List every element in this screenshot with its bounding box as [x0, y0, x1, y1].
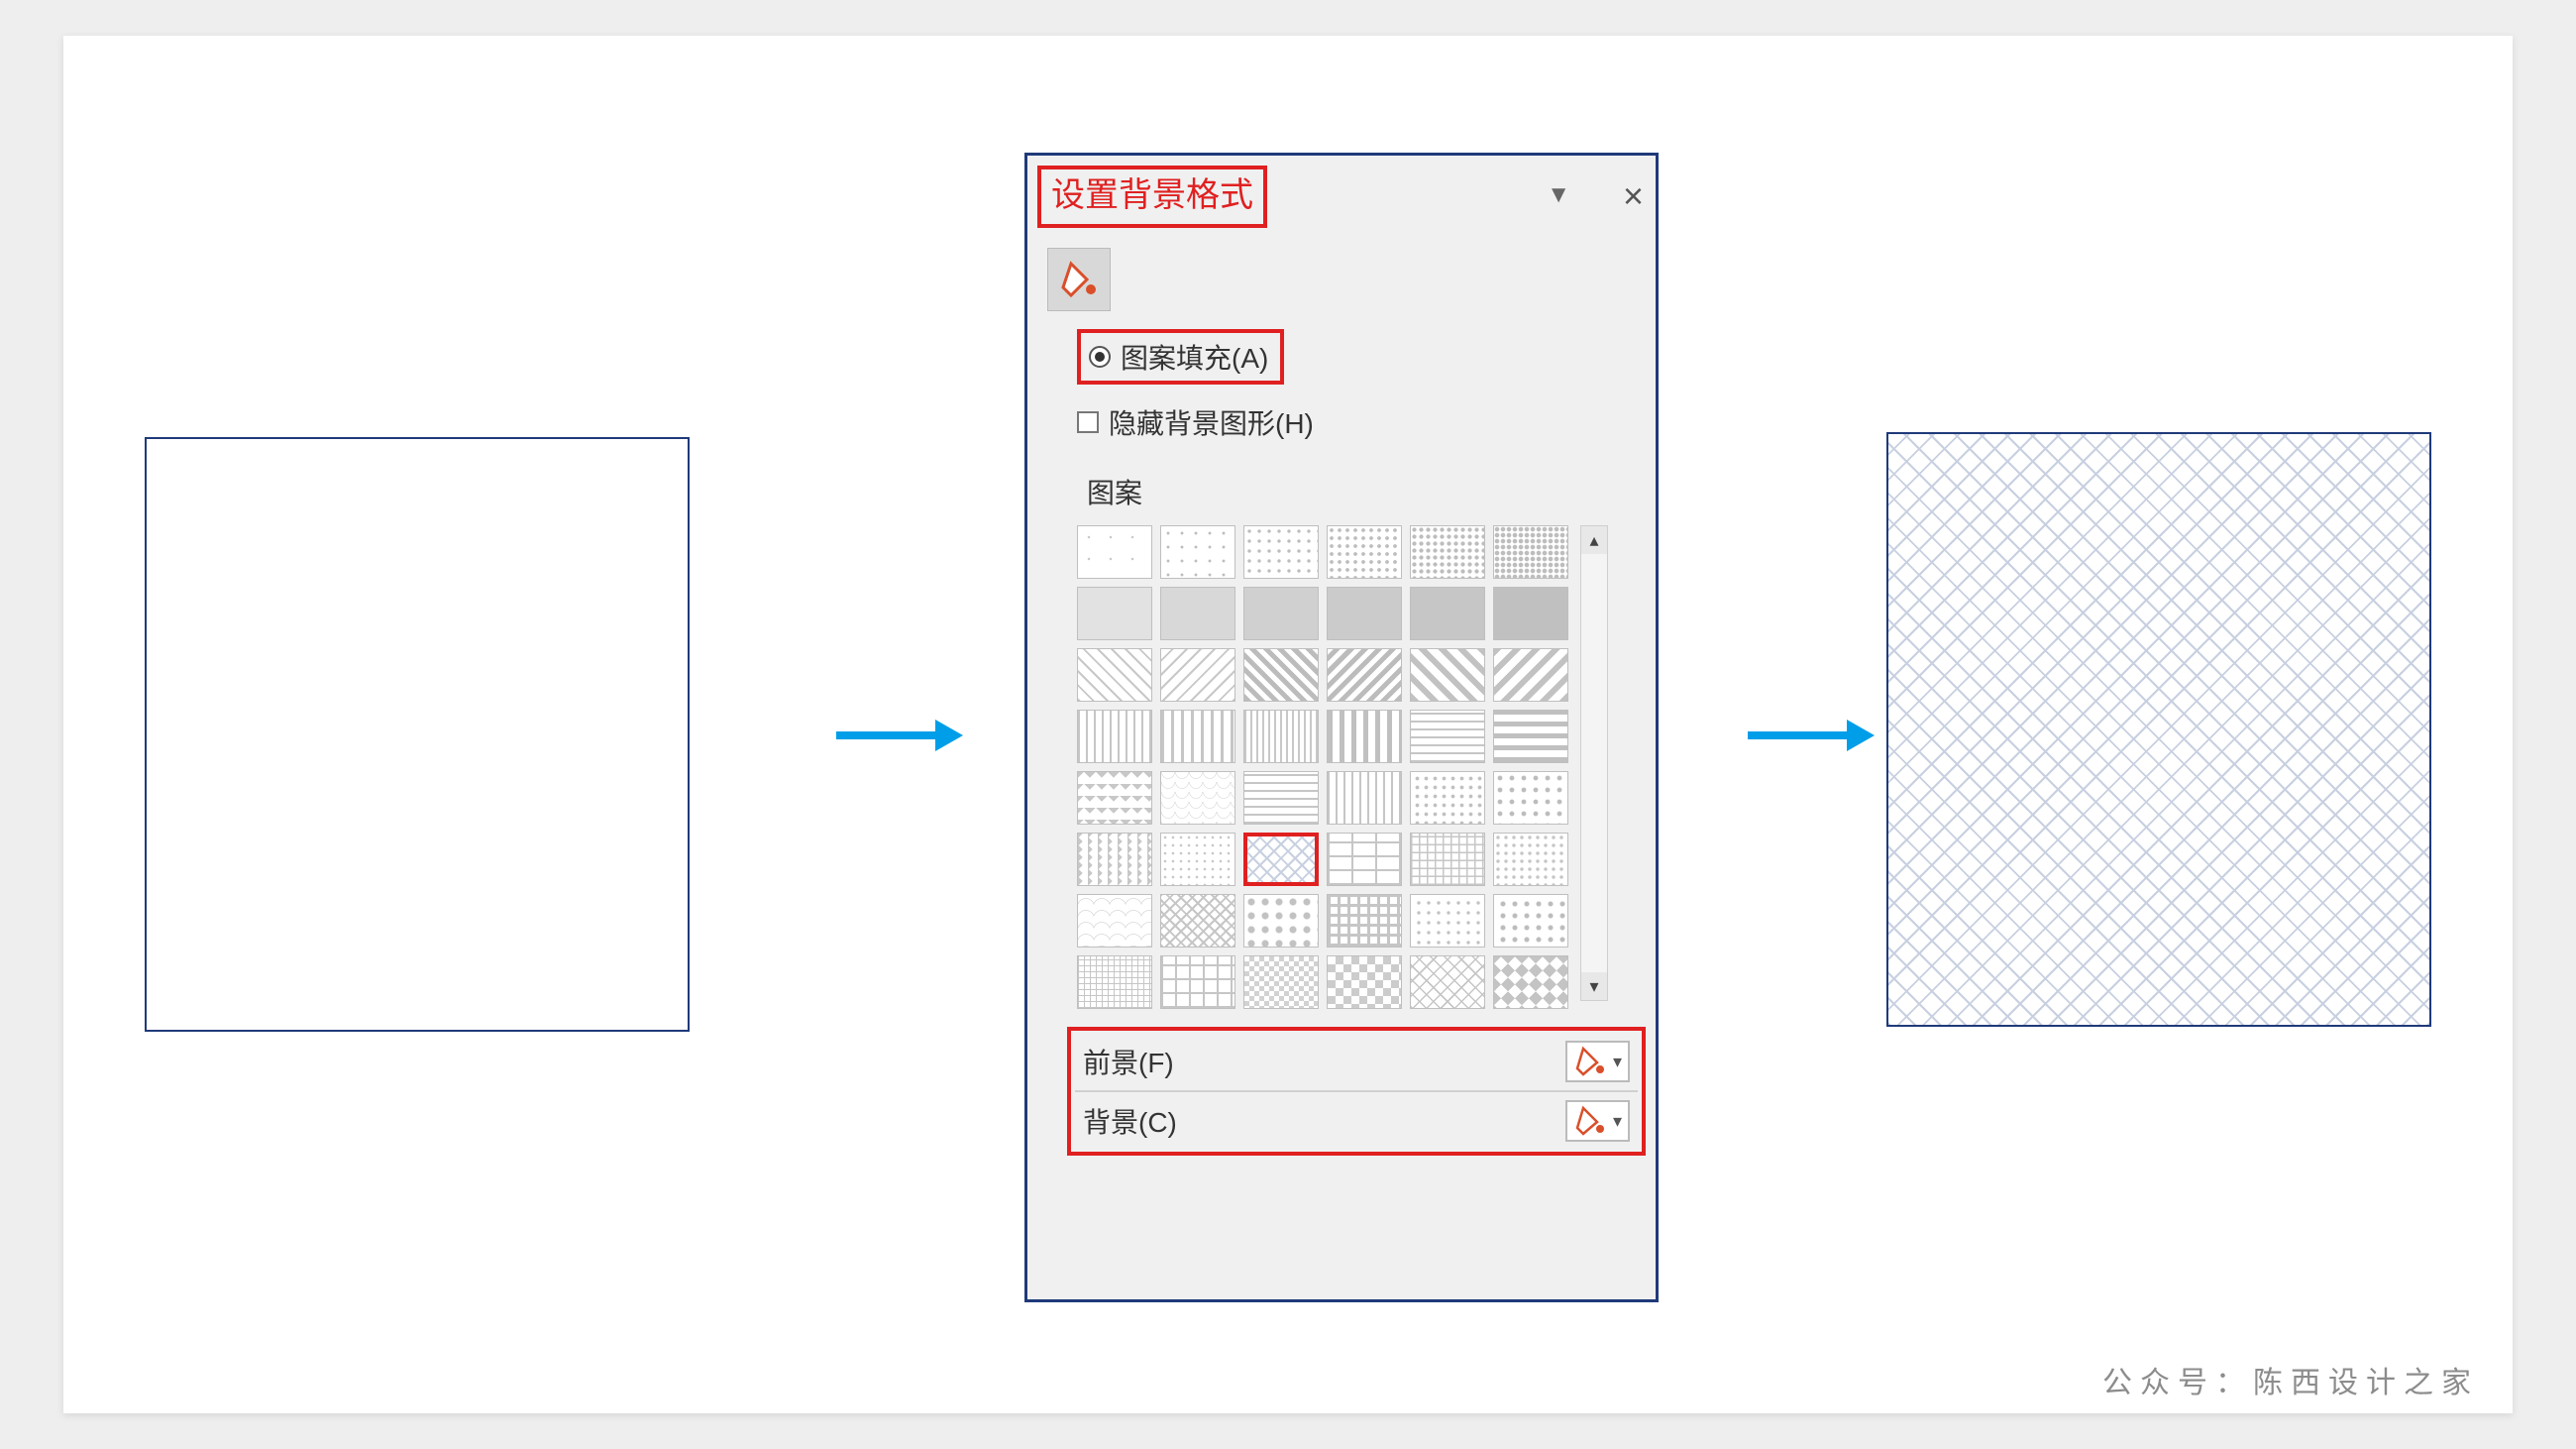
color-rows-group: 前景(F) ▾ 背景(C) ▾ [1067, 1027, 1646, 1156]
pattern-swatch[interactable] [1243, 648, 1319, 702]
pattern-swatch[interactable] [1077, 833, 1152, 886]
paint-bucket-icon [1573, 1045, 1607, 1078]
pattern-swatch[interactable] [1243, 894, 1319, 947]
arrow-icon [836, 720, 963, 751]
background-label: 背景(C) [1083, 1101, 1177, 1141]
pattern-swatch[interactable] [1410, 955, 1485, 1009]
pattern-swatch[interactable] [1410, 525, 1485, 579]
pattern-swatch[interactable] [1493, 587, 1568, 640]
pattern-swatch[interactable] [1160, 525, 1235, 579]
foreground-color-button[interactable]: ▾ [1565, 1041, 1630, 1082]
pattern-swatch[interactable] [1243, 771, 1319, 825]
pattern-swatch[interactable] [1493, 771, 1568, 825]
pattern-swatch[interactable] [1160, 955, 1235, 1009]
pattern-swatch[interactable] [1493, 525, 1568, 579]
pattern-section-label: 图案 [1027, 448, 1656, 525]
panel-scrollbar[interactable]: ▴ ▾ [1580, 525, 1608, 1001]
pattern-swatch[interactable] [1493, 955, 1568, 1009]
pattern-swatch[interactable] [1243, 525, 1319, 579]
slide-canvas: 设置背景格式 ▼ × 图案填充(A) 隐藏背景图形(H) 图案 [63, 36, 2513, 1413]
hide-background-checkbox[interactable]: 隐藏背景图形(H) [1077, 396, 1646, 448]
pattern-swatch[interactable] [1077, 710, 1152, 763]
pattern-swatch[interactable] [1327, 771, 1402, 825]
pattern-swatch[interactable] [1493, 648, 1568, 702]
pattern-swatch[interactable] [1160, 710, 1235, 763]
scroll-up-button[interactable]: ▴ [1581, 526, 1607, 554]
dropdown-icon: ▾ [1613, 1052, 1622, 1072]
arrow-icon [1748, 720, 1875, 751]
before-square [145, 437, 690, 1032]
background-color-row: 背景(C) ▾ [1075, 1090, 1638, 1150]
pattern-swatch[interactable] [1327, 587, 1402, 640]
pattern-swatch-grid [1077, 525, 1568, 1009]
pattern-swatch[interactable] [1077, 525, 1152, 579]
close-icon[interactable]: × [1623, 175, 1644, 217]
pattern-swatch[interactable] [1410, 894, 1485, 947]
pattern-swatch[interactable] [1410, 833, 1485, 886]
pattern-swatch[interactable] [1160, 648, 1235, 702]
pattern-fill-label: 图案填充(A) [1121, 337, 1268, 377]
panel-header: 设置背景格式 ▼ × [1027, 156, 1656, 232]
pattern-swatch[interactable] [1243, 587, 1319, 640]
foreground-color-row: 前景(F) ▾ [1075, 1033, 1638, 1090]
pattern-swatch[interactable] [1160, 771, 1235, 825]
pattern-swatch[interactable] [1327, 648, 1402, 702]
panel-menu-button[interactable]: ▼ [1547, 181, 1570, 209]
pattern-swatch[interactable] [1327, 710, 1402, 763]
pattern-swatch[interactable] [1160, 833, 1235, 886]
pattern-swatch[interactable] [1327, 833, 1402, 886]
dropdown-icon: ▾ [1613, 1111, 1622, 1132]
pattern-fill-radio[interactable]: 图案填充(A) [1077, 329, 1284, 385]
foreground-label: 前景(F) [1083, 1042, 1174, 1081]
fill-options: 图案填充(A) 隐藏背景图形(H) [1027, 321, 1656, 448]
background-color-button[interactable]: ▾ [1565, 1100, 1630, 1142]
pattern-swatch[interactable] [1077, 587, 1152, 640]
pattern-swatch[interactable] [1077, 648, 1152, 702]
pattern-swatch[interactable] [1493, 710, 1568, 763]
fill-tab-icon[interactable] [1047, 248, 1111, 311]
pattern-swatch[interactable] [1077, 955, 1152, 1009]
panel-title: 设置背景格式 [1037, 166, 1267, 228]
credit-text: 公众号：陈西设计之家 [2102, 1358, 2479, 1401]
pattern-swatch[interactable] [1327, 894, 1402, 947]
pattern-swatch[interactable] [1327, 955, 1402, 1009]
pattern-swatch[interactable] [1160, 894, 1235, 947]
pattern-swatch[interactable] [1410, 710, 1485, 763]
scroll-down-button[interactable]: ▾ [1581, 972, 1607, 1000]
pattern-swatch[interactable] [1243, 710, 1319, 763]
pattern-swatch[interactable] [1077, 894, 1152, 947]
pattern-swatch[interactable] [1327, 525, 1402, 579]
paint-bucket-icon [1573, 1104, 1607, 1138]
pattern-swatch-selected[interactable] [1243, 833, 1319, 886]
pattern-swatch[interactable] [1160, 587, 1235, 640]
pattern-swatch-area: ▴ ▾ [1027, 525, 1656, 1009]
hide-background-label: 隐藏背景图形(H) [1109, 402, 1314, 442]
format-background-panel: 设置背景格式 ▼ × 图案填充(A) 隐藏背景图形(H) 图案 [1024, 153, 1659, 1302]
after-square [1886, 432, 2431, 1027]
pattern-swatch[interactable] [1410, 648, 1485, 702]
checkbox-icon [1077, 411, 1099, 433]
pattern-swatch[interactable] [1493, 833, 1568, 886]
pattern-swatch[interactable] [1243, 955, 1319, 1009]
pattern-swatch[interactable] [1077, 771, 1152, 825]
pattern-swatch[interactable] [1410, 771, 1485, 825]
radio-icon [1089, 346, 1111, 368]
pattern-swatch[interactable] [1410, 587, 1485, 640]
pattern-swatch[interactable] [1493, 894, 1568, 947]
